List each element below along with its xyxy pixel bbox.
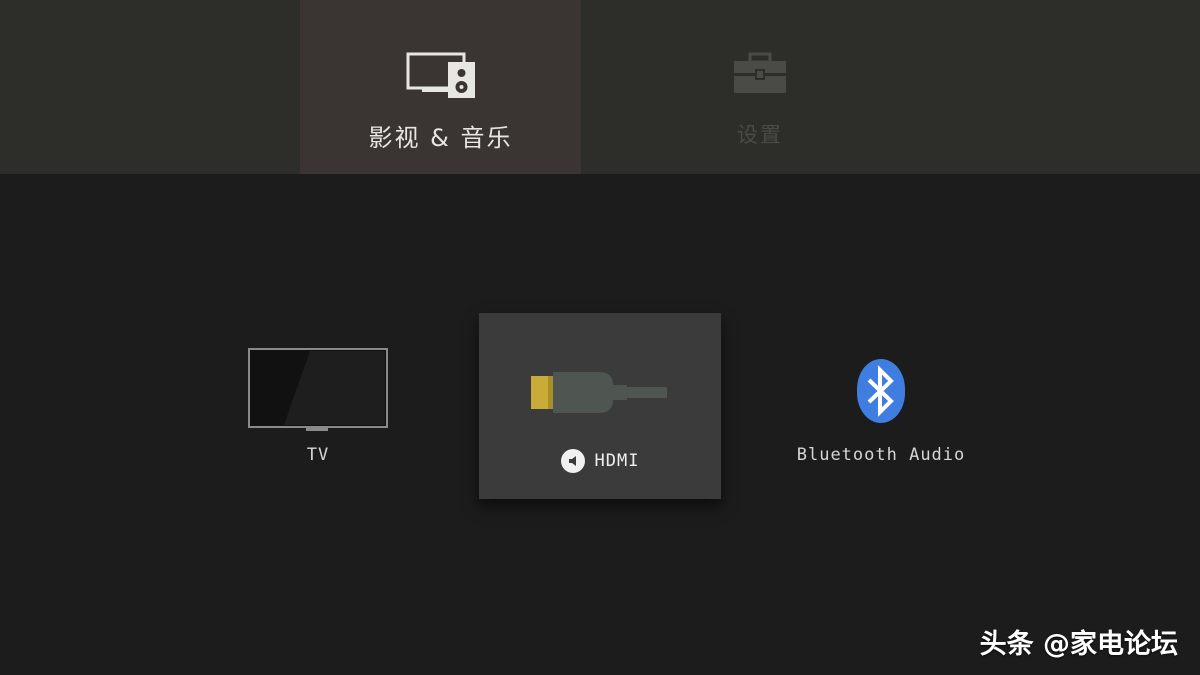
tab-settings[interactable]: 设置 [640, 0, 880, 174]
category-bar: 影视 & 音乐 设置 [0, 0, 1200, 174]
tab-label: 影视 & 音乐 [368, 124, 513, 152]
hdmi-cable-icon [531, 372, 667, 413]
watermark: 头条 @家电论坛 [979, 629, 1178, 660]
output-hdmi[interactable]: HDMI [479, 313, 721, 499]
speaker-icon [560, 449, 585, 473]
output-label: HDMI [594, 451, 640, 471]
monitor-speaker-icon [406, 52, 475, 98]
bluetooth-icon [857, 359, 905, 423]
tab-label: 设置 [737, 123, 783, 147]
tv-icon [248, 348, 388, 431]
screen: 影视 & 音乐 设置 TV HDMI Bluetooth Audio 头条 @家… [0, 0, 1200, 675]
output-label: Bluetooth Audio [796, 445, 966, 465]
tab-movies-music[interactable]: 影视 & 音乐 [300, 0, 581, 174]
output-label: TV [306, 445, 330, 465]
toolbox-icon [734, 52, 786, 93]
hdmi-label-row: HDMI [479, 449, 721, 473]
